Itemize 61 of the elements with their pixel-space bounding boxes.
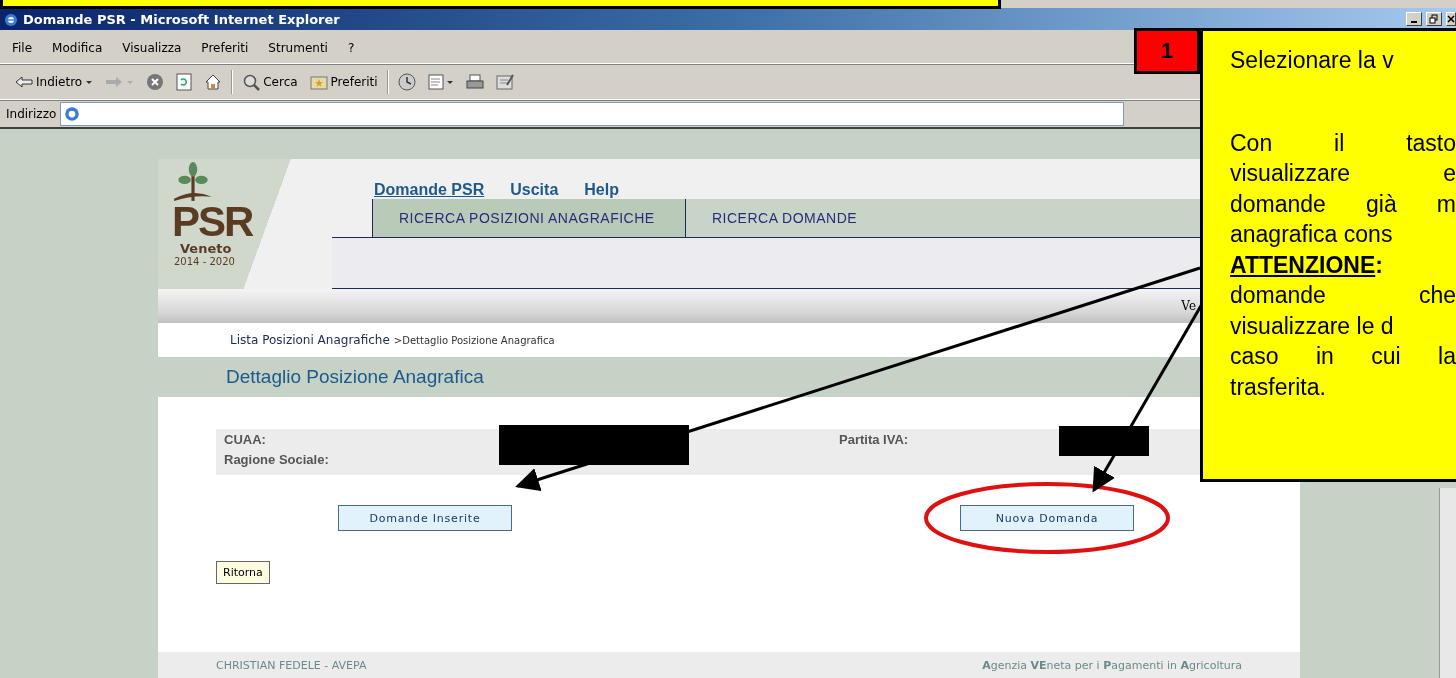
- close-button[interactable]: [1446, 12, 1456, 26]
- restore-button[interactable]: [1426, 12, 1442, 26]
- callout-line: domande che: [1230, 281, 1456, 310]
- address-label: Indirizzo: [6, 107, 57, 121]
- nav-link[interactable]: Domande PSR: [374, 181, 485, 199]
- menu-item[interactable]: Visualizza: [122, 41, 182, 55]
- breadcrumb-current: >Dettaglio Posizione Anagrafica: [393, 334, 555, 346]
- back-button[interactable]: Indietro: [12, 73, 97, 91]
- callout-line: visualizzare e: [1230, 159, 1456, 188]
- caret-icon: [126, 78, 135, 86]
- scrollbar[interactable]: [1439, 488, 1456, 678]
- menu-item[interactable]: Preferiti: [201, 41, 249, 55]
- restore-icon: [1429, 14, 1439, 24]
- footer-text: CHRISTIAN FEDELE - AVEPA: [216, 658, 367, 672]
- refresh-icon: [176, 73, 193, 91]
- menu-item[interactable]: ?: [347, 41, 355, 55]
- action-button[interactable]: Nuova Domanda: [960, 505, 1134, 531]
- edit-icon: [495, 73, 514, 91]
- star-folder-icon: [309, 74, 328, 90]
- favorites-button[interactable]: Preferiti: [306, 72, 381, 92]
- close-icon: [1447, 14, 1455, 24]
- search-button[interactable]: Cerca: [239, 71, 301, 93]
- search-icon: [242, 73, 261, 91]
- callout-line: Con il tasto: [1230, 128, 1456, 158]
- document-icon: [427, 73, 454, 91]
- back-button[interactable]: Ritorna: [216, 561, 270, 584]
- stop-icon: [146, 73, 165, 91]
- minimize-button[interactable]: [1406, 12, 1422, 26]
- menu-item[interactable]: Modifica: [52, 41, 103, 55]
- callout-line: anagrafica cons: [1230, 220, 1394, 249]
- sprout-icon: [172, 161, 214, 203]
- clock-icon: [397, 73, 416, 91]
- minimize-icon: [1411, 21, 1417, 23]
- callout-line: visualizzare le d: [1230, 311, 1395, 341]
- nav-link[interactable]: Help: [584, 181, 619, 199]
- menu-tab[interactable]: RICERCA DOMANDE: [685, 199, 884, 237]
- browser-icon: [3, 11, 19, 27]
- caret-icon: [85, 78, 94, 86]
- menu-item[interactable]: Strumenti: [268, 41, 328, 55]
- callout-line: Selezionare la v: [1230, 46, 1395, 75]
- footer-agency: Agenzia VEneta per i Pagamenti in Agricoltura: [982, 658, 1242, 672]
- nav-link[interactable]: Uscita: [510, 181, 559, 199]
- breadcrumb-link[interactable]: Lista Posizioni Anagrafiche: [230, 333, 390, 347]
- printer-icon: [465, 73, 484, 91]
- home-icon: [204, 73, 223, 91]
- forward-arrow-icon: [105, 75, 124, 89]
- field-label: CUAA:: [224, 431, 267, 447]
- address-field[interactable]: [60, 102, 1125, 126]
- menu-item[interactable]: File: [12, 41, 33, 55]
- callout-line: ATTENZIONE:: [1230, 250, 1384, 280]
- field-label: Ragione Sociale:: [224, 451, 330, 467]
- field-label: Partita IVA:: [839, 431, 910, 447]
- menu-tab[interactable]: RICERCA POSIZIONI ANAGRAFICHE: [372, 199, 685, 237]
- page-icon: [63, 105, 82, 123]
- callout-line: caso in cui la: [1230, 342, 1456, 371]
- window-title: Domande PSR - Microsoft Internet Explorer: [23, 11, 340, 27]
- back-arrow-icon: [15, 75, 33, 89]
- callout-line: trasferita.: [1230, 372, 1327, 402]
- action-button[interactable]: Domande Inserite: [338, 505, 512, 531]
- step-number: 1: [1134, 28, 1200, 74]
- callout-line: domande già m: [1230, 189, 1456, 219]
